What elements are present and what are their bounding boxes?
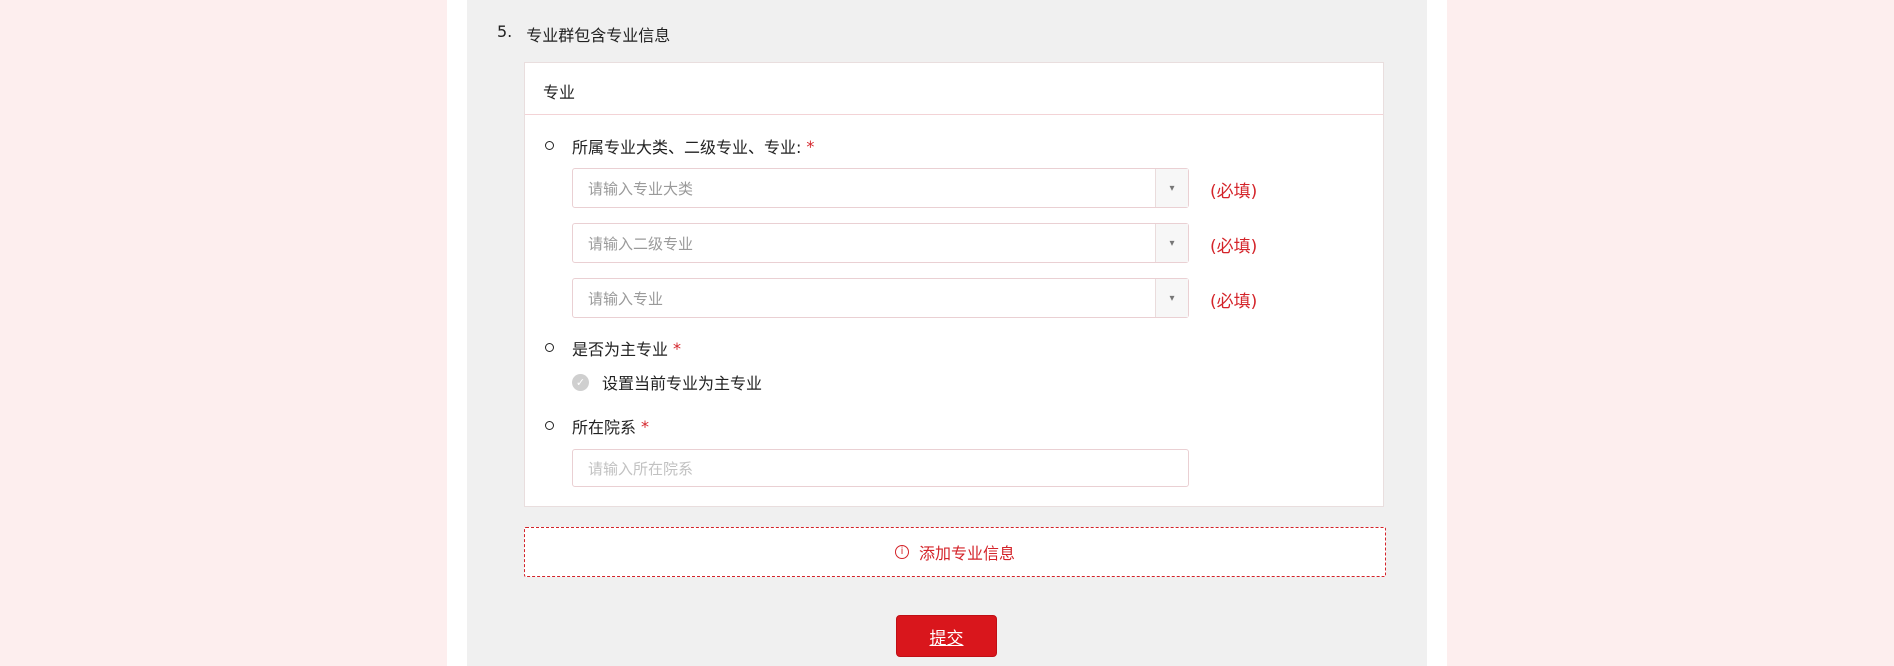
major-placeholder: 请输入专业 xyxy=(588,289,664,308)
add-major-button-label: 添加专业信息 xyxy=(918,544,1015,563)
dropdown-arrow-icon[interactable]: ▾ xyxy=(1155,224,1188,262)
section-heading: 5. 专业群包含专业信息 xyxy=(497,22,670,46)
bullet-icon xyxy=(545,343,554,352)
check-icon[interactable]: ✓ xyxy=(572,373,589,391)
bullet-icon xyxy=(545,421,554,430)
dropdown-arrow-icon[interactable]: ▾ xyxy=(1155,279,1188,317)
submit-button[interactable]: 提交 xyxy=(896,615,997,657)
department-label: 所在院系 * xyxy=(572,414,649,438)
required-hint: (必填) xyxy=(1210,292,1258,312)
department-input[interactable]: 请输入所在院系 xyxy=(572,449,1189,487)
major-card: 专业 所属专业大类、二级专业、专业: * 请输入专业大类 ▾ (必填) 请输入二… xyxy=(524,62,1384,507)
department-placeholder: 请输入所在院系 xyxy=(588,459,694,478)
department-label-text: 所在院系 xyxy=(572,418,637,437)
major-category-placeholder: 请输入专业大类 xyxy=(588,179,694,198)
required-hint: (必填) xyxy=(1210,237,1258,257)
major-field-label: 所属专业大类、二级专业、专业: * xyxy=(572,134,814,158)
main-major-label: 是否为主专业 * xyxy=(572,336,681,360)
secondary-major-select[interactable]: 请输入二级专业 ▾ xyxy=(572,223,1189,263)
major-field-label-text: 所属专业大类、二级专业、专业: xyxy=(572,138,802,157)
card-header: 专业 xyxy=(525,63,1383,115)
section-title: 专业群包含专业信息 xyxy=(526,26,671,45)
page-side-strip-left xyxy=(447,0,467,666)
major-select[interactable]: 请输入专业 ▾ xyxy=(572,278,1189,318)
info-circle-icon: i xyxy=(894,545,909,559)
required-mark: * xyxy=(673,338,682,358)
secondary-major-placeholder: 请输入二级专业 xyxy=(588,234,694,253)
required-mark: * xyxy=(641,416,650,436)
main-major-checkbox[interactable]: ✓ 设置当前专业为主专业 xyxy=(572,370,762,394)
main-major-checkbox-label[interactable]: 设置当前专业为主专业 xyxy=(602,370,762,394)
bullet-icon xyxy=(545,141,554,150)
page-side-strip-right xyxy=(1427,0,1447,666)
section-number: 5. xyxy=(497,22,513,41)
form-panel: 5. 专业群包含专业信息 专业 所属专业大类、二级专业、专业: * 请输入专业大… xyxy=(467,0,1427,666)
dropdown-arrow-icon[interactable]: ▾ xyxy=(1155,169,1188,207)
required-hint: (必填) xyxy=(1210,182,1258,202)
add-major-button[interactable]: i 添加专业信息 xyxy=(524,527,1386,577)
required-mark: * xyxy=(806,136,815,156)
major-category-select[interactable]: 请输入专业大类 ▾ xyxy=(572,168,1189,208)
main-major-label-text: 是否为主专业 xyxy=(572,340,669,359)
